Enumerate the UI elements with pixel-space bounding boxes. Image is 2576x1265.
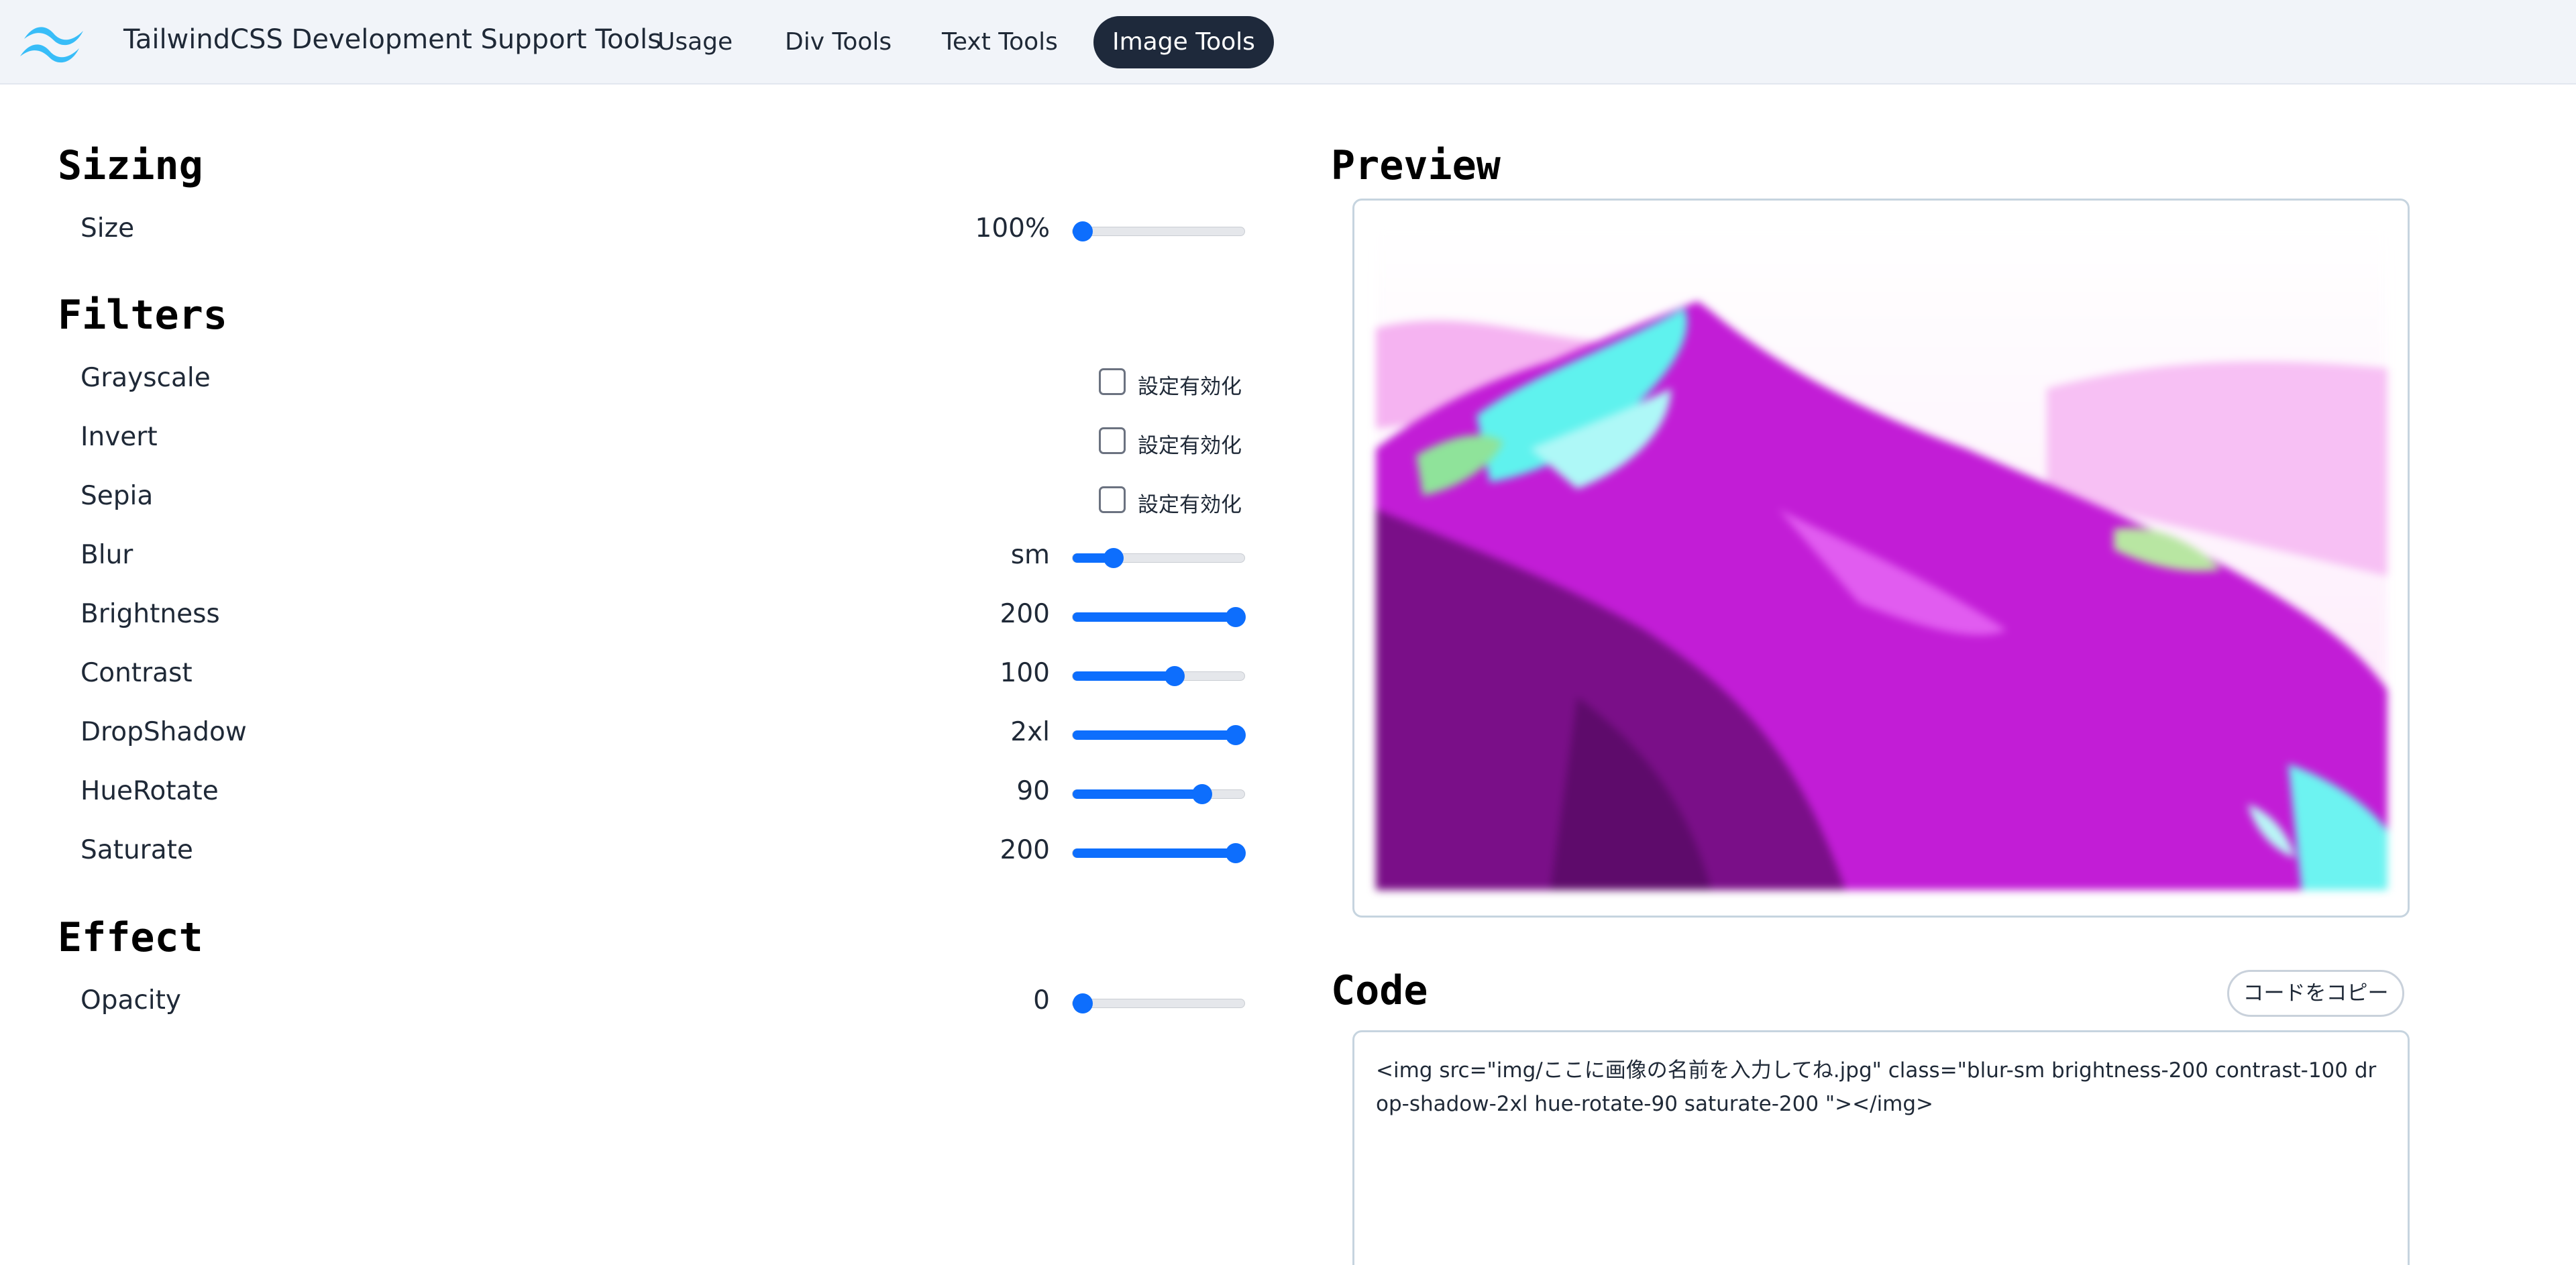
sepia-label: Sepia bbox=[80, 481, 154, 511]
code-heading: Code bbox=[1331, 967, 1428, 1014]
top-navbar: TailwindCSS Development Support Tools Us… bbox=[0, 0, 2576, 85]
brightness-label: Brightness bbox=[80, 599, 220, 629]
preview-frame bbox=[1352, 199, 2410, 918]
opacity-label: Opacity bbox=[80, 985, 182, 1015]
dropshadow-row: DropShadow 2xl bbox=[0, 705, 1275, 759]
invert-row: Invert 設定有効化 bbox=[0, 410, 1275, 463]
sepia-checkbox-label[interactable]: 設定有効化 bbox=[1138, 488, 1242, 518]
nav-image-tools[interactable]: Image Tools bbox=[1093, 16, 1274, 68]
huerotate-value: 90 bbox=[1016, 776, 1050, 806]
brightness-row: Brightness 200 bbox=[0, 587, 1275, 641]
blur-label: Blur bbox=[80, 540, 133, 570]
copy-code-button[interactable]: コードをコピー bbox=[2227, 970, 2404, 1017]
huerotate-row: HueRotate 90 bbox=[0, 764, 1275, 818]
grayscale-checkbox-label[interactable]: 設定有効化 bbox=[1138, 370, 1242, 400]
grayscale-checkbox[interactable] bbox=[1099, 368, 1126, 395]
blur-row: Blur sm bbox=[0, 528, 1275, 582]
size-row: Size 100% bbox=[0, 201, 1275, 255]
saturate-slider[interactable] bbox=[1072, 843, 1246, 863]
dropshadow-slider[interactable] bbox=[1072, 725, 1246, 745]
invert-label: Invert bbox=[80, 422, 158, 452]
grayscale-label: Grayscale bbox=[80, 363, 211, 393]
nav-usage[interactable]: Usage bbox=[639, 16, 751, 68]
huerotate-slider[interactable] bbox=[1072, 784, 1245, 804]
nav-text-tools[interactable]: Text Tools bbox=[923, 16, 1077, 68]
blur-value: sm bbox=[1010, 540, 1050, 570]
dropshadow-value: 2xl bbox=[1010, 717, 1050, 747]
sepia-checkbox[interactable] bbox=[1099, 486, 1126, 513]
opacity-value: 0 bbox=[1033, 985, 1050, 1015]
opacity-row: Opacity 0 bbox=[0, 973, 1275, 1027]
saturate-label: Saturate bbox=[80, 835, 193, 865]
brightness-slider[interactable] bbox=[1072, 607, 1246, 627]
contrast-row: Contrast 100 bbox=[0, 646, 1275, 700]
grayscale-row: Grayscale 設定有効化 bbox=[0, 351, 1275, 404]
huerotate-label: HueRotate bbox=[80, 776, 219, 806]
preview-image bbox=[1376, 227, 2387, 890]
tailwind-logo-icon[interactable] bbox=[19, 20, 93, 64]
size-value: 100% bbox=[975, 213, 1051, 243]
blur-slider[interactable] bbox=[1072, 548, 1245, 568]
invert-checkbox[interactable] bbox=[1099, 427, 1126, 454]
saturate-value: 200 bbox=[1000, 835, 1050, 865]
preview-heading: Preview bbox=[1331, 142, 1501, 189]
sizing-heading: Sizing bbox=[58, 142, 203, 189]
nav-div-tools[interactable]: Div Tools bbox=[766, 16, 910, 68]
effect-heading: Effect bbox=[58, 914, 203, 961]
dropshadow-label: DropShadow bbox=[80, 717, 247, 747]
invert-checkbox-label[interactable]: 設定有効化 bbox=[1138, 429, 1242, 459]
contrast-label: Contrast bbox=[80, 658, 193, 688]
sepia-row: Sepia 設定有効化 bbox=[0, 469, 1275, 522]
filters-heading: Filters bbox=[58, 292, 227, 339]
opacity-slider[interactable] bbox=[1072, 993, 1245, 1013]
saturate-row: Saturate 200 bbox=[0, 823, 1275, 877]
size-slider[interactable] bbox=[1072, 221, 1245, 241]
brightness-value: 200 bbox=[1000, 599, 1050, 629]
contrast-slider[interactable] bbox=[1072, 666, 1245, 686]
contrast-value: 100 bbox=[1000, 658, 1050, 688]
brand-title[interactable]: TailwindCSS Development Support Tools bbox=[123, 24, 661, 55]
size-label: Size bbox=[80, 213, 135, 243]
code-output[interactable]: <img src="img/ここに画像の名前を入力してね.jpg" class=… bbox=[1352, 1030, 2410, 1265]
